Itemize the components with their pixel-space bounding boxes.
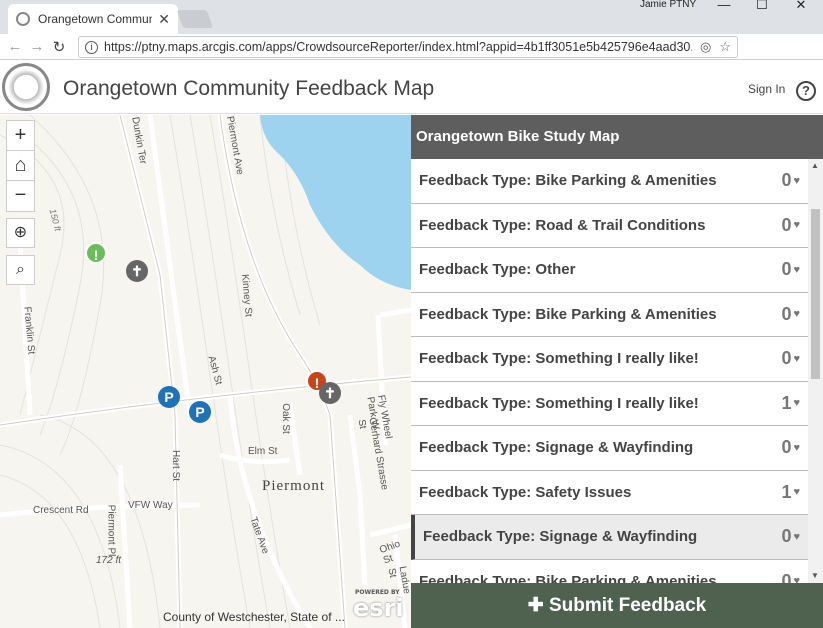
item-label: Feedback Type: Something I really like! [419, 350, 699, 368]
site-info-icon[interactable]: i [85, 40, 98, 54]
map-label-elev2: 172 ft [96, 555, 122, 566]
map-marker-parking[interactable]: P [189, 401, 211, 423]
heart-icon[interactable]: ♥ [793, 308, 800, 320]
list-item[interactable]: Feedback Type: Bike Parking & Amenities 0… [411, 560, 808, 583]
forward-icon[interactable]: → [26, 38, 48, 55]
minimize-icon[interactable]: — [705, 0, 743, 22]
close-window-icon[interactable]: ✕ [782, 0, 820, 22]
map-label-piermont-pl: Piermont Pl [105, 504, 117, 557]
heart-icon[interactable]: ♥ [793, 175, 800, 187]
item-label: Feedback Type: Something I really like! [419, 394, 699, 412]
browser-toolbar: ← → ↻ i https://ptny.maps.arcgis.com/app… [0, 34, 823, 88]
item-label: Feedback Type: Bike Parking & Amenities [419, 305, 717, 323]
site-favicon-icon [16, 12, 30, 26]
item-label: Feedback Type: Road & Trail Conditions [419, 216, 706, 234]
vote-count: 0 [781, 214, 792, 235]
help-icon[interactable]: ? [796, 81, 816, 101]
map-label-vfw: VFW Way [128, 500, 173, 511]
vote-count: 0 [781, 348, 792, 369]
browser-user-name[interactable]: Jamie PTNY [640, 0, 696, 10]
esri-logo-text: esri [353, 594, 404, 622]
vote-count: 0 [781, 570, 792, 583]
town-seal-logo [2, 63, 50, 111]
item-label: Feedback Type: Safety Issues [419, 483, 632, 501]
list-scrollbar[interactable]: ▲ ▼ [808, 159, 823, 583]
esri-logo[interactable]: POWERED BY esri [353, 589, 404, 622]
tab-title: Orangetown Community [38, 12, 153, 26]
reload-icon[interactable]: ↻ [48, 38, 70, 56]
panel-title: Orangetown Bike Study Map [411, 115, 823, 159]
heart-icon[interactable]: ♥ [793, 486, 800, 498]
heart-icon[interactable]: ♥ [793, 353, 800, 365]
vote-count: 0 [781, 303, 792, 324]
feedback-panel: Orangetown Bike Study Map Feedback Type:… [411, 115, 823, 628]
map-marker-parking[interactable]: P [158, 386, 180, 408]
submit-label: Submit Feedback [548, 595, 707, 616]
search-icon[interactable]: ⌕ [6, 255, 35, 285]
map-view[interactable]: Piermont Elm St Crescent Rd VFW Way 172 … [0, 115, 411, 628]
zoom-control: + ⌂ − [6, 120, 35, 212]
list-item[interactable]: Feedback Type: Bike Parking & Amenities 0… [411, 159, 808, 204]
zoom-out-button[interactable]: − [7, 181, 34, 211]
address-bar[interactable]: i https://ptny.maps.arcgis.com/apps/Crow… [78, 36, 738, 58]
plus-icon: ✚ [527, 595, 549, 616]
heart-icon[interactable]: ♥ [793, 264, 800, 276]
vote-count: 1 [781, 392, 792, 413]
list-item[interactable]: Feedback Type: Bike Parking & Amenities 0… [411, 293, 808, 337]
list-item[interactable]: Feedback Type: Something I really like! 1… [411, 382, 808, 426]
map-label-elm: Elm St [248, 446, 278, 457]
new-tab-button[interactable] [176, 10, 214, 28]
map-basemap [0, 115, 411, 628]
heart-icon[interactable]: ♥ [793, 219, 800, 231]
vote-count: 0 [781, 170, 792, 191]
vote-count: 0 [781, 526, 792, 547]
list-item[interactable]: Feedback Type: Road & Trail Conditions 0 ♥ [411, 204, 808, 248]
bookmark-star-icon[interactable]: ☆ [719, 39, 731, 55]
item-label: Feedback Type: Other [419, 261, 576, 279]
list-item[interactable]: Feedback Type: Something I really like! 0… [411, 337, 808, 382]
list-item[interactable]: Feedback Type: Other 0 ♥ [411, 248, 808, 293]
feedback-list[interactable]: Feedback Type: Bike Parking & Amenities 0… [411, 159, 808, 583]
heart-icon[interactable]: ♥ [793, 442, 800, 454]
scroll-down-icon[interactable]: ▼ [811, 571, 819, 580]
vote-count: 0 [781, 259, 792, 280]
submit-feedback-button[interactable]: ✚ Submit Feedback [411, 583, 823, 628]
map-label-crescent: Crescent Rd [33, 505, 89, 516]
map-label-town: Piermont [262, 478, 325, 494]
item-label: Feedback Type: Bike Parking & Amenities [419, 172, 717, 190]
back-icon[interactable]: ← [4, 38, 26, 55]
item-label: Feedback Type: Bike Parking & Amenities [419, 572, 717, 583]
locate-icon[interactable]: ⊕ [6, 218, 35, 248]
maximize-icon[interactable]: ☐ [743, 0, 781, 22]
list-item-selected[interactable]: Feedback Type: Signage & Wayfinding 0 ♥ [411, 515, 808, 560]
heart-icon[interactable]: ♥ [793, 397, 800, 409]
location-icon[interactable]: ◎ [700, 39, 711, 55]
sign-in-link[interactable]: Sign In [748, 82, 785, 96]
map-marker-cross[interactable]: ✝ [126, 260, 148, 282]
heart-icon[interactable]: ♥ [793, 575, 800, 583]
list-item[interactable]: Feedback Type: Safety Issues 1 ♥ [411, 471, 808, 515]
scroll-up-icon[interactable]: ▲ [811, 161, 819, 170]
page-title: Orangetown Community Feedback Map [63, 77, 435, 100]
vote-count: 0 [781, 437, 792, 458]
heart-icon[interactable]: ♥ [793, 531, 800, 543]
browser-tab-bar: Orangetown Community ✕ Jamie PTNY — ☐ ✕ [0, 0, 823, 34]
esri-powered-text: POWERED BY [355, 589, 400, 596]
url-text[interactable]: https://ptny.maps.arcgis.com/apps/Crowds… [104, 40, 692, 54]
zoom-in-button[interactable]: + [7, 121, 34, 151]
close-tab-icon[interactable]: ✕ [158, 11, 170, 28]
scrollbar-thumb[interactable] [811, 209, 820, 379]
map-marker-cross[interactable]: ✝ [319, 382, 341, 404]
list-item[interactable]: Feedback Type: Signage & Wayfinding 0 ♥ [411, 426, 808, 471]
map-label-hart: Hart St [170, 449, 182, 482]
map-label-oak: Oak St [279, 403, 291, 434]
map-attribution: County of Westchester, State of ... [163, 610, 345, 624]
map-marker-green[interactable]: ! [85, 242, 107, 264]
home-icon[interactable]: ⌂ [7, 151, 34, 181]
browser-tab[interactable]: Orangetown Community ✕ [8, 4, 178, 34]
vote-count: 1 [781, 481, 792, 502]
app-header: Orangetown Community Feedback Map Sign I… [0, 61, 823, 114]
item-label: Feedback Type: Signage & Wayfinding [419, 439, 694, 457]
item-label: Feedback Type: Signage & Wayfinding [423, 528, 698, 546]
